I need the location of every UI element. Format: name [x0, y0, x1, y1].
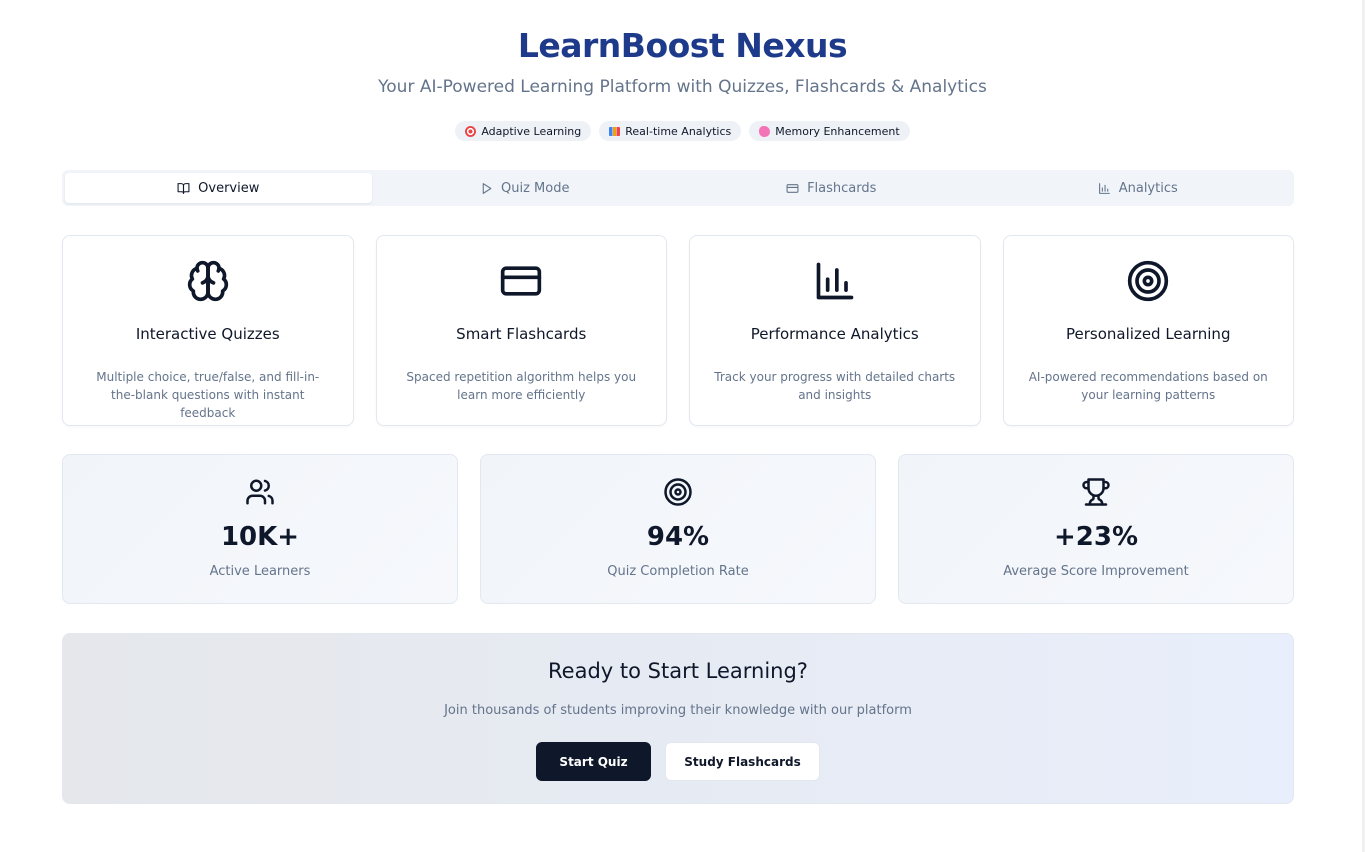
feature-title: Performance Analytics [750, 325, 919, 343]
play-icon [482, 182, 492, 194]
stat-card-score-improvement: +23% Average Score Improvement [898, 454, 1294, 604]
tab-flashcards[interactable]: Flashcards [678, 173, 985, 203]
tab-analytics[interactable]: Analytics [985, 173, 1292, 203]
users-icon [246, 479, 274, 505]
main-tabs: Overview Quiz Mode Flashcards Analytics [62, 170, 1294, 206]
brain-emoji-icon [759, 125, 771, 137]
stat-label: Quiz Completion Rate [607, 564, 749, 579]
cta-buttons: Start Quiz Study Flashcards [63, 742, 1293, 781]
feature-title: Personalized Learning [1066, 325, 1231, 343]
credit-card-icon [501, 266, 542, 296]
stat-value: 10K+ [220, 522, 300, 552]
stats-section: 10K+ Active Learners 94% Quiz Completion… [62, 454, 1294, 604]
stat-label: Active Learners [209, 564, 311, 579]
credit-card-icon [786, 183, 799, 193]
feature-title: Interactive Quizzes [135, 325, 280, 343]
start-quiz-button[interactable]: Start Quiz [536, 742, 651, 781]
feature-card-interactive-quizzes: Interactive Quizzes Multiple choice, tru… [62, 235, 354, 426]
app-title: LearnBoost Nexus [517, 26, 848, 65]
badge-label: Adaptive Learning [481, 124, 582, 138]
badge-label: Memory Enhancement [775, 124, 900, 138]
feature-title: Smart Flashcards [456, 325, 587, 343]
badge-label: Real-time Analytics [625, 124, 732, 138]
brain-icon [187, 260, 228, 302]
tab-quiz-mode[interactable]: Quiz Mode [372, 173, 679, 203]
app-subtitle: Your AI-Powered Learning Platform with Q… [378, 77, 987, 97]
bar-chart-icon [816, 262, 854, 300]
tab-overview[interactable]: Overview [65, 173, 372, 203]
feature-card-performance-analytics: Performance Analytics Track your progres… [689, 235, 981, 426]
feature-card-personalized-learning: Personalized Learning AI-powered recomme… [1002, 235, 1294, 426]
badge-adaptive-learning: Adaptive Learning [455, 121, 592, 141]
stat-card-active-learners: 10K+ Active Learners [62, 454, 458, 604]
target-icon [664, 478, 692, 506]
tab-label: Quiz Mode [501, 180, 570, 196]
feature-description: AI-powered recommendations based on your… [1028, 370, 1268, 402]
tab-label: Flashcards [807, 180, 877, 196]
cta-description: Join thousands of students improving the… [444, 703, 912, 718]
feature-cards: Interactive Quizzes Multiple choice, tru… [62, 235, 1294, 426]
stat-value: 94% [646, 522, 710, 552]
target-icon [1128, 260, 1169, 302]
feature-description: Spaced repetition algorithm helps you le… [406, 370, 637, 402]
bar-chart-icon [1098, 182, 1110, 194]
stat-card-quiz-completion: 94% Quiz Completion Rate [480, 454, 876, 604]
stat-label: Average Score Improvement [1003, 564, 1189, 579]
target-emoji-icon [465, 125, 477, 137]
study-flashcards-button[interactable]: Study Flashcards [665, 742, 820, 781]
feature-description: Multiple choice, true/false, and fill-in… [96, 370, 320, 420]
trophy-icon [1082, 478, 1110, 506]
badge-memory-enhancement: Memory Enhancement [749, 121, 910, 141]
badge-realtime-analytics: Real-time Analytics [599, 121, 742, 141]
feature-description: Track your progress with detailed charts… [714, 370, 956, 402]
feature-card-smart-flashcards: Smart Flashcards Spaced repetition algor… [375, 235, 667, 426]
stat-value: +23% [1053, 522, 1139, 552]
bar-chart-emoji-icon [609, 126, 621, 136]
cta-title: Ready to Start Learning? [548, 659, 808, 683]
book-open-icon [177, 182, 190, 194]
feature-badges: Adaptive Learning Real-time Analytics Me… [0, 121, 1365, 141]
tab-label: Overview [198, 180, 260, 196]
cta-section: Ready to Start Learning? Join thousands … [62, 633, 1294, 804]
tab-label: Analytics [1118, 180, 1178, 196]
